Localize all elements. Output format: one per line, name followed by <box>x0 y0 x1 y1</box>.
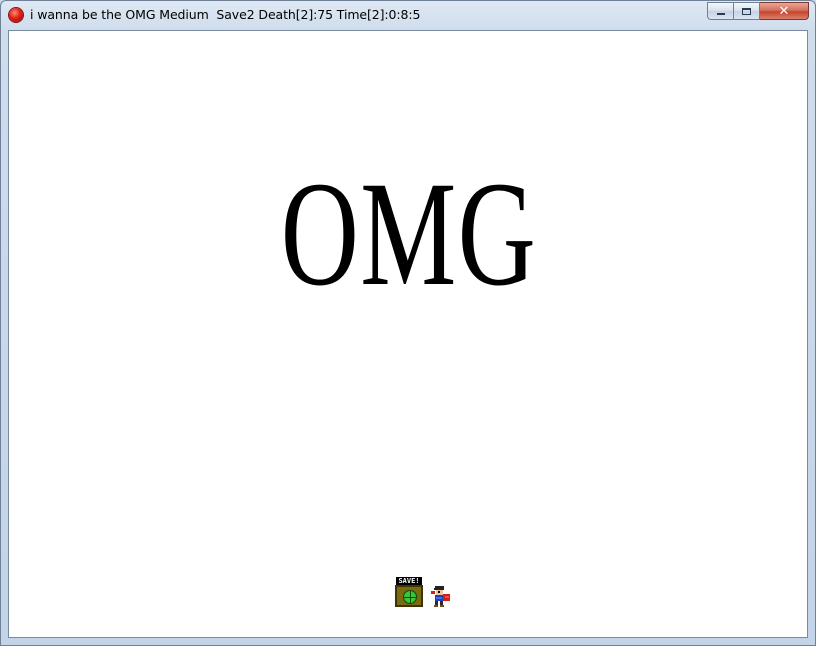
title-bar[interactable]: i wanna be the OMG Medium Save2 Death[2]… <box>1 1 815 29</box>
close-icon: ✕ <box>778 3 790 19</box>
minimize-button[interactable] <box>707 2 734 20</box>
save-point: SAVE! <box>395 577 423 607</box>
save-globe-icon <box>403 590 417 604</box>
maximize-button[interactable] <box>734 2 760 20</box>
game-window: i wanna be the OMG Medium Save2 Death[2]… <box>0 0 816 646</box>
maximize-icon <box>742 7 751 15</box>
game-canvas[interactable]: OMG SAVE! <box>8 30 808 638</box>
window-title: i wanna be the OMG Medium Save2 Death[2]… <box>30 7 421 22</box>
close-button[interactable]: ✕ <box>760 2 809 20</box>
app-icon[interactable] <box>9 8 23 22</box>
player-kid-sprite <box>431 586 450 607</box>
minimize-icon <box>716 12 725 15</box>
omg-logo: OMG <box>280 151 538 317</box>
save-box <box>395 585 423 607</box>
save-point-label: SAVE! <box>396 577 422 585</box>
